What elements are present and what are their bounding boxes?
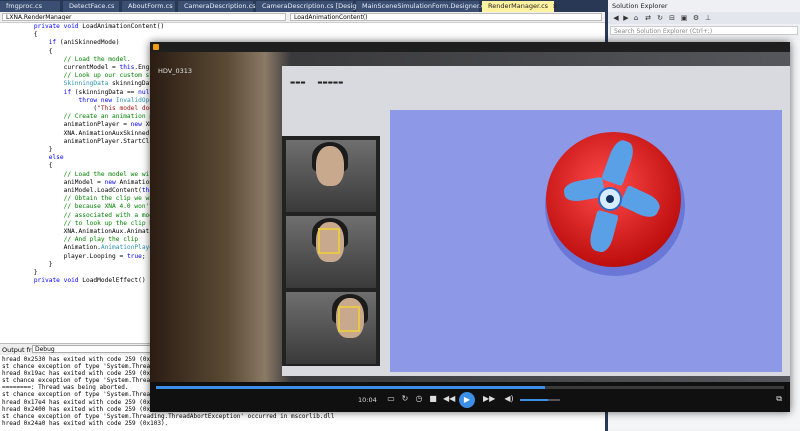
player-controls: 10:04 ▭ ↻ ◷ ■ ◀◀ ▶ ▶▶ ◀) ⧉ [150, 382, 790, 412]
screenshot-icon[interactable]: ⧉ [776, 394, 782, 404]
collapse-all-icon[interactable]: ⊟ [668, 14, 676, 22]
blade-1 [601, 137, 637, 187]
time-icon[interactable]: ◷ [414, 394, 424, 404]
menu-item-options: ▬▬▬▬▬ [317, 80, 344, 86]
solution-explorer-search[interactable]: Search Solution Explorer (Ctrl+;) [610, 26, 798, 35]
output-line: st chance exception of type 'System.Thre… [2, 412, 335, 420]
volume-fill [520, 399, 548, 401]
face-thumbnails [282, 136, 380, 366]
refresh-icon[interactable]: ↻ [656, 14, 664, 22]
document-tab[interactable]: DetectFace.cs [63, 1, 119, 12]
class-dropdown[interactable]: LXNA.RenderManager [2, 13, 286, 21]
solution-explorer-title: Solution Explorer [612, 2, 668, 10]
document-tab[interactable]: AboutForm.cs [122, 1, 175, 12]
player-titlebar[interactable] [150, 42, 790, 52]
member-dropdown[interactable]: LoadAnimationContent() [290, 13, 602, 21]
recorded-app-menu: ▬▬▬ ▬▬▬▬▬ [290, 80, 353, 86]
thumbnail-1 [286, 140, 376, 212]
document-tab[interactable]: RenderManager.cs × [482, 1, 558, 12]
thumbnail-2 [286, 216, 376, 288]
document-tab-label: fmgproc.cs [6, 2, 42, 10]
back-icon[interactable]: ◀ [612, 14, 620, 22]
document-tab-label: DetectFace.cs [69, 2, 115, 10]
forward-icon[interactable]: ▶ [622, 14, 630, 22]
rewind-icon[interactable]: ◀◀ [443, 394, 455, 404]
document-tab[interactable]: CameraDescription.cs [178, 1, 256, 12]
stop-icon[interactable]: ■ [428, 394, 438, 404]
document-tab-label: AboutForm.cs [128, 2, 173, 10]
show-all-files-icon[interactable]: ▣ [680, 14, 688, 22]
video-player-window[interactable]: ▬▬▬ ▬▬▬▬▬ HDV_0313 ⤢ 10:04 ▭ ↻ ◷ ■ ◀◀ ▶ … [150, 42, 790, 412]
home-icon[interactable]: ⌂ [632, 14, 640, 22]
seek-bar-fill [156, 386, 546, 389]
subtitle-icon[interactable]: ▭ [386, 394, 396, 404]
sphere-hub [598, 187, 622, 211]
code-line: { [4, 31, 38, 39]
pin-icon[interactable]: ⊥ [704, 14, 712, 22]
document-tab-label: RenderManager.cs [488, 2, 549, 10]
navigation-bar: LXNA.RenderManager LoadAnimationContent(… [0, 12, 605, 23]
video-title: HDV_0313 [158, 67, 193, 75]
blade-4 [587, 209, 619, 255]
volume-icon[interactable]: ◀) [504, 394, 514, 404]
document-tab-label: CameraDescription.cs [184, 2, 256, 10]
close-tab-icon[interactable]: × [552, 2, 557, 10]
player-logo-icon [153, 44, 159, 50]
3d-render-viewport [390, 110, 782, 372]
document-tab[interactable]: CameraDescription.cs [Design] [256, 1, 363, 12]
red-sphere-model [546, 132, 681, 267]
menu-item-file: ▬▬▬ [290, 80, 306, 86]
blade-3 [619, 185, 663, 221]
recorded-monitor: ▬▬▬ ▬▬▬▬▬ [282, 66, 790, 376]
sync-icon[interactable]: ⇄ [644, 14, 652, 22]
video-frame[interactable]: ▬▬▬ ▬▬▬▬▬ HDV_0313 ⤢ [150, 52, 790, 382]
class-dropdown-value: LXNA.RenderManager [6, 14, 72, 21]
output-source-select[interactable]: Debug [32, 345, 152, 353]
document-tab[interactable]: fmgproc.cs [0, 1, 60, 12]
search-placeholder: Search Solution Explorer (Ctrl+;) [614, 28, 713, 35]
document-tab[interactable]: MainSceneSimulationForm.Designer.cs [356, 1, 488, 12]
document-tab-label: CameraDescription.cs [Design] [262, 2, 364, 10]
solution-explorer-toolbar: ◀ ▶ ⌂ ⇄ ↻ ⊟ ▣ ⚙ ⊥ [608, 12, 800, 24]
play-icon: ▶ [463, 395, 471, 404]
properties-icon[interactable]: ⚙ [692, 14, 700, 22]
code-line: private void LoadAnimationContent() [33, 23, 165, 30]
repeat-icon[interactable]: ↻ [400, 394, 410, 404]
volume-slider[interactable] [520, 399, 560, 401]
document-tab-label: MainSceneSimulationForm.Designer.cs [362, 2, 488, 10]
current-time: 10:04 [358, 396, 377, 404]
thumbnail-3 [286, 292, 376, 364]
play-button[interactable]: ▶ [459, 392, 475, 408]
member-dropdown-value: LoadAnimationContent() [294, 14, 368, 21]
document-tab-bar: fmgproc.cs DetectFace.cs AboutForm.cs Camer… [0, 0, 605, 12]
fullscreen-icon[interactable]: ⤢ [776, 66, 782, 76]
seek-bar[interactable] [156, 386, 784, 389]
output-source-value: Debug [35, 346, 55, 353]
fast-forward-icon[interactable]: ▶▶ [483, 394, 495, 404]
output-line: hread 0x24a0 has exited with code 259 (0… [2, 419, 169, 427]
face-detection-box [338, 306, 360, 332]
face-detection-box [318, 228, 340, 254]
mannequin-head [316, 146, 344, 186]
